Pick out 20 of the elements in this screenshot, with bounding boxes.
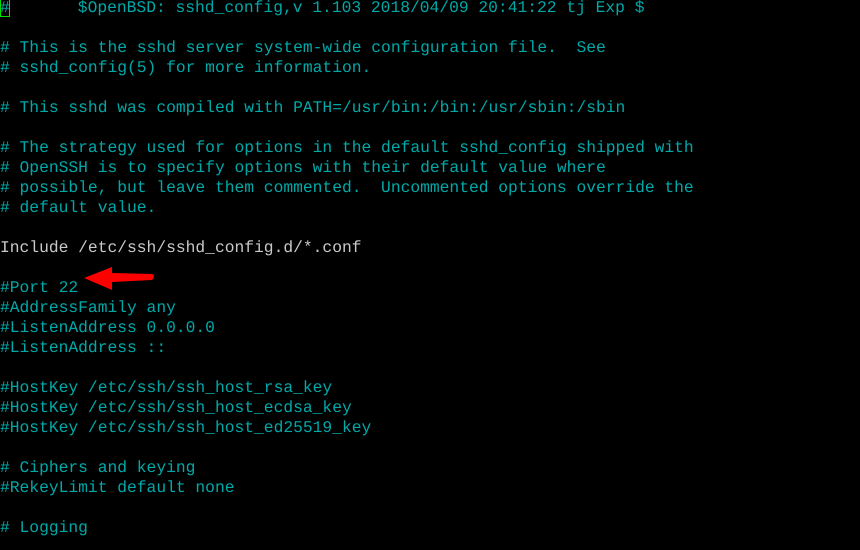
comment-line: #HostKey /etc/ssh/ssh_host_ecdsa_key	[0, 398, 352, 418]
comment-line: #Port 22	[0, 278, 78, 298]
comment-line: $OpenBSD: sshd_config,v 1.103 2018/04/09 20:41:22 tj Exp $	[76, 0, 644, 18]
comment-line: # This is the sshd server system-wide configuration file. See	[0, 38, 606, 58]
comment-line: #HostKey /etc/ssh/ssh_host_rsa_key	[0, 378, 332, 398]
text-cursor: #	[0, 0, 10, 17]
comment-line: # The strategy used for options in the default sshd_config shipped with	[0, 138, 694, 158]
comment-line: # This sshd was compiled with PATH=/usr/bin:/bin:/usr/sbin:/sbin	[0, 98, 626, 118]
comment-line: #RekeyLimit default none	[0, 478, 234, 498]
comment-line: # Ciphers and keying	[0, 458, 196, 478]
comment-line: # OpenSSH is to specify options with their default value where	[0, 158, 606, 178]
comment-line: #ListenAddress ::	[0, 338, 166, 358]
comment-line: # default value.	[0, 198, 156, 218]
comment-line: #ListenAddress 0.0.0.0	[0, 318, 215, 338]
comment-line: #AddressFamily any	[0, 298, 176, 318]
comment-line: #HostKey /etc/ssh/ssh_host_ed25519_key	[0, 418, 372, 438]
config-line: Include /etc/ssh/sshd_config.d/*.conf	[0, 238, 362, 258]
comment-line: # Logging	[0, 518, 88, 538]
comment-line: # sshd_config(5) for more information.	[0, 58, 372, 78]
comment-line: # possible, but leave them commented. Uncommented options override the	[0, 178, 694, 198]
